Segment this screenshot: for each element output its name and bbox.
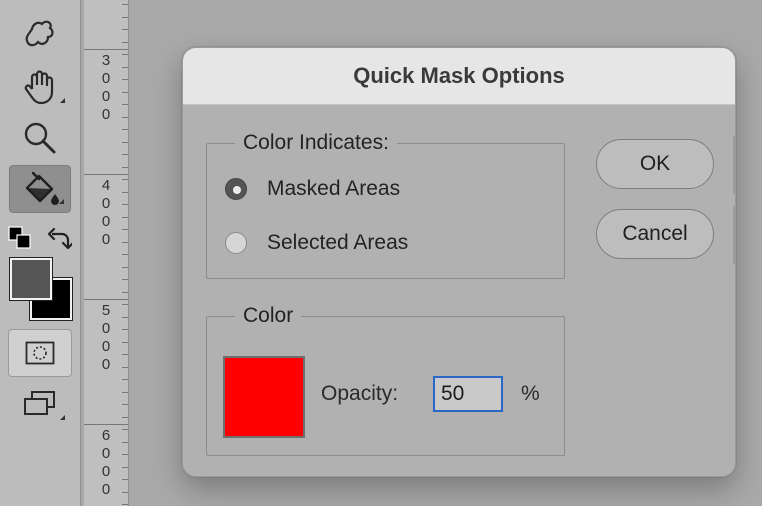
ruler-minor-tick bbox=[122, 417, 128, 418]
ruler-major-tick bbox=[84, 174, 128, 175]
ruler-minor-tick bbox=[122, 504, 128, 505]
ruler-minor-tick bbox=[122, 429, 128, 430]
ruler-minor-tick bbox=[122, 17, 128, 18]
ruler-minor-tick bbox=[122, 329, 128, 330]
submenu-indicator-icon bbox=[60, 98, 65, 103]
color-indicates-group: Color Indicates: Masked Areas Selected A… bbox=[206, 131, 565, 279]
ruler-minor-tick bbox=[122, 279, 128, 280]
ruler-minor-tick bbox=[122, 217, 128, 218]
ruler-minor-tick bbox=[122, 442, 128, 443]
ruler-label: 6 0 0 0 bbox=[101, 427, 111, 498]
hand-tool[interactable] bbox=[9, 63, 71, 111]
mask-color-swatch[interactable] bbox=[223, 356, 305, 438]
ruler-label: 4 0 0 0 bbox=[101, 177, 111, 248]
ruler-minor-tick bbox=[122, 79, 128, 80]
ruler-minor-tick bbox=[122, 154, 128, 155]
ruler-minor-tick bbox=[122, 367, 128, 368]
button-edge-divider bbox=[733, 136, 735, 194]
ruler-minor-tick bbox=[122, 42, 128, 43]
ruler-minor-tick bbox=[122, 229, 128, 230]
puppet-warp-tool[interactable] bbox=[9, 9, 71, 57]
ruler-minor-tick bbox=[122, 242, 128, 243]
zoom-icon bbox=[24, 122, 56, 154]
swap-colors-icon[interactable] bbox=[48, 226, 72, 250]
ruler-minor-tick bbox=[122, 342, 128, 343]
paint-bucket-icon bbox=[25, 171, 59, 205]
ruler-minor-tick bbox=[122, 267, 128, 268]
screen-mode-icon bbox=[24, 391, 55, 415]
dialog-titlebar[interactable]: Quick Mask Options bbox=[183, 48, 735, 105]
ruler-minor-tick bbox=[122, 167, 128, 168]
selected-areas-option[interactable]: Selected Areas bbox=[225, 231, 408, 255]
ruler-minor-tick bbox=[122, 142, 128, 143]
ruler-minor-tick bbox=[122, 29, 128, 30]
ruler-minor-tick bbox=[122, 304, 128, 305]
quick-mask-icon bbox=[25, 341, 55, 365]
ruler-minor-tick bbox=[122, 492, 128, 493]
ruler-minor-tick bbox=[122, 92, 128, 93]
ruler-major-tick bbox=[84, 424, 128, 425]
hand-icon bbox=[24, 70, 54, 105]
opacity-unit: % bbox=[521, 382, 540, 405]
ruler-minor-tick bbox=[122, 317, 128, 318]
ruler-minor-tick bbox=[122, 292, 128, 293]
ruler-minor-tick bbox=[122, 192, 128, 193]
ruler-minor-tick bbox=[122, 379, 128, 380]
submenu-indicator-icon bbox=[60, 415, 65, 420]
masked-areas-option[interactable]: Masked Areas bbox=[225, 177, 400, 201]
ruler-minor-tick bbox=[122, 54, 128, 55]
ruler-minor-tick bbox=[122, 479, 128, 480]
ruler-minor-tick bbox=[122, 392, 128, 393]
ruler-minor-tick bbox=[122, 67, 128, 68]
ok-button[interactable]: OK bbox=[596, 139, 714, 189]
color-legend: Color bbox=[243, 304, 294, 327]
ruler-minor-tick bbox=[122, 104, 128, 105]
color-indicates-legend: Color Indicates: bbox=[243, 131, 389, 154]
tools-panel bbox=[0, 0, 81, 506]
ruler-minor-tick bbox=[122, 254, 128, 255]
selected-areas-radio[interactable] bbox=[225, 232, 247, 254]
ruler-minor-tick bbox=[122, 454, 128, 455]
selected-areas-label: Selected Areas bbox=[267, 231, 409, 254]
color-group: Color Opacity: % bbox=[206, 304, 565, 456]
ruler-minor-tick bbox=[122, 129, 128, 130]
quick-mask-button[interactable] bbox=[8, 329, 72, 377]
vertical-ruler[interactable]: 3 0 0 0 4 0 0 0 5 0 0 0 6 0 0 0 bbox=[84, 0, 129, 506]
ruler-minor-tick bbox=[122, 4, 128, 5]
ruler-minor-tick bbox=[122, 354, 128, 355]
ruler-major-tick bbox=[84, 299, 128, 300]
masked-areas-label: Masked Areas bbox=[267, 177, 401, 200]
ruler-minor-tick bbox=[122, 467, 128, 468]
ruler-major-tick bbox=[84, 49, 128, 50]
default-colors-icon[interactable] bbox=[8, 226, 32, 250]
masked-areas-radio[interactable] bbox=[225, 178, 247, 200]
puppet-warp-icon bbox=[25, 20, 54, 47]
ruler-minor-tick bbox=[122, 204, 128, 205]
ruler-minor-tick bbox=[122, 179, 128, 180]
opacity-label: Opacity: bbox=[321, 382, 399, 405]
cancel-button[interactable]: Cancel bbox=[596, 209, 714, 259]
quick-mask-options-dialog: Quick Mask Options Color Indicates: Mask… bbox=[182, 47, 736, 477]
ruler-minor-tick bbox=[122, 404, 128, 405]
ruler-minor-tick bbox=[122, 117, 128, 118]
button-edge-divider bbox=[733, 206, 735, 264]
ruler-label: 3 0 0 0 bbox=[101, 52, 111, 123]
zoom-tool[interactable] bbox=[9, 114, 71, 162]
opacity-input[interactable] bbox=[433, 376, 503, 412]
paint-bucket-tool[interactable] bbox=[9, 165, 71, 213]
dialog-title: Quick Mask Options bbox=[353, 63, 565, 88]
submenu-indicator-icon bbox=[59, 199, 64, 204]
ruler-label: 5 0 0 0 bbox=[101, 302, 111, 373]
screen-mode-button[interactable] bbox=[9, 380, 71, 428]
foreground-color-swatch[interactable] bbox=[10, 258, 52, 300]
